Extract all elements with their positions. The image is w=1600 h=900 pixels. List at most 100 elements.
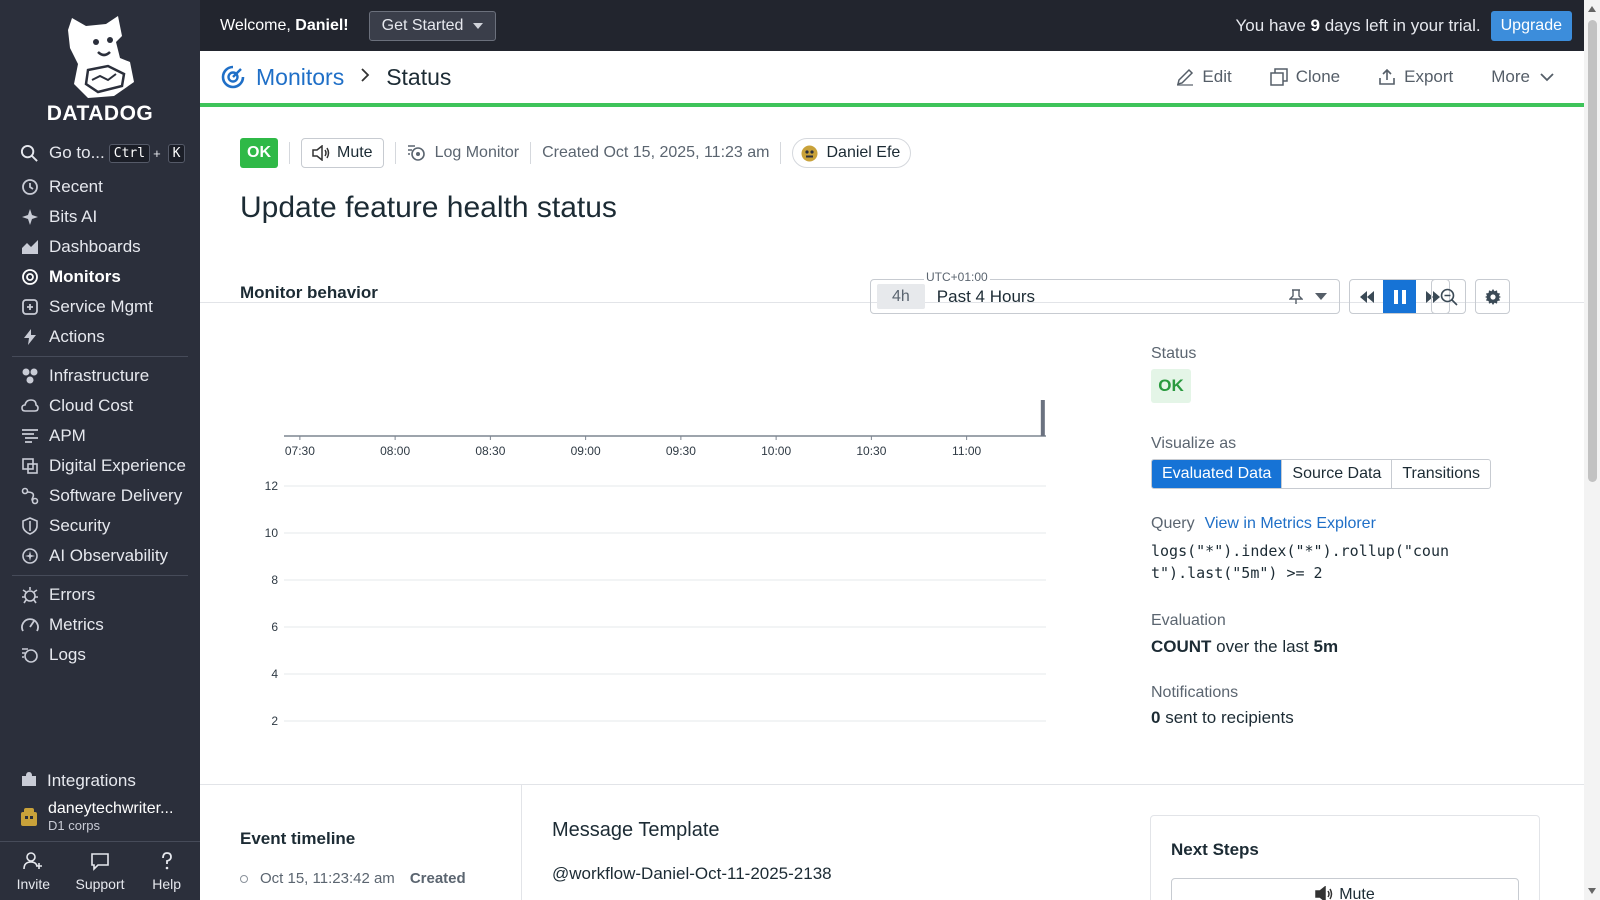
sparkle-icon	[20, 207, 40, 227]
visualize-source-data[interactable]: Source Data	[1282, 460, 1393, 488]
sidebar-item-apm[interactable]: APM	[0, 421, 188, 451]
digital-experience-icon	[20, 456, 40, 476]
timeline-dot-icon	[240, 874, 248, 883]
sidebar-item-security[interactable]: Security	[0, 511, 188, 541]
export-button[interactable]: Export	[1378, 67, 1453, 87]
breadcrumb-current: Status	[386, 63, 452, 90]
edit-button[interactable]: Edit	[1176, 67, 1232, 87]
support-button[interactable]: Support	[67, 842, 134, 900]
evaluation-mid: over the last	[1211, 637, 1314, 656]
org-switcher[interactable]: daneytechwriter... D1 corps	[0, 796, 200, 842]
sidebar-item-actions[interactable]: Actions	[0, 322, 188, 352]
settings-button[interactable]	[1475, 279, 1510, 314]
visualize-label: Visualize as	[1151, 435, 1237, 452]
y-tick-label: 2	[271, 714, 278, 728]
clone-label: Clone	[1295, 67, 1341, 86]
owner-chip[interactable]: Daniel Efe	[792, 138, 912, 168]
welcome-name: Daniel!	[295, 16, 349, 34]
event-timeline-title: Event timeline	[240, 829, 356, 848]
sidebar-item-monitors[interactable]: Monitors	[0, 262, 188, 292]
breadcrumb-monitors-link[interactable]: Monitors	[256, 64, 344, 91]
sidebar-item-label: Digital Experience	[49, 456, 187, 475]
goto-search[interactable]: Go to... Ctrl + K	[0, 138, 200, 168]
status-value-badge: OK	[1151, 369, 1191, 403]
rewind-button[interactable]	[1350, 280, 1383, 313]
visualize-evaluated-data[interactable]: Evaluated Data	[1152, 460, 1283, 488]
event-timeline: Event timeline Oct 15, 11:23:42 am Creat…	[200, 785, 522, 900]
sidebar-item-cloud-cost[interactable]: Cloud Cost	[0, 391, 188, 421]
query-header: Query View in Metrics Explorer	[1151, 515, 1376, 533]
mute-button[interactable]: Mute	[301, 138, 384, 168]
scroll-up-icon[interactable]	[1588, 6, 1596, 12]
shortcut-key-k: K	[167, 143, 186, 163]
zoom-out-button[interactable]	[1431, 279, 1466, 314]
owner-name: Daniel Efe	[826, 144, 901, 161]
next-steps-mute-button[interactable]: Mute	[1171, 878, 1519, 900]
welcome-prefix: Welcome,	[220, 16, 296, 34]
y-tick-label: 6	[271, 620, 278, 634]
sidebar-item-metrics[interactable]: Metrics	[0, 610, 188, 640]
page-scrollbar[interactable]	[1584, 0, 1600, 900]
nav-group-products: Infrastructure Cloud Cost APM Digital Ex…	[12, 357, 188, 576]
page-actions: Edit Clone Export More	[1138, 67, 1554, 87]
sidebar-item-software-delivery[interactable]: Software Delivery	[0, 481, 188, 511]
state-tick-label: 08:30	[475, 444, 505, 458]
trial-suffix: days left in your trial.	[1320, 15, 1481, 35]
sidebar-item-logs[interactable]: Logs	[0, 640, 188, 670]
speaker-icon	[312, 145, 330, 161]
state-tick-label: 10:30	[856, 444, 886, 458]
invite-button[interactable]: Invite	[0, 842, 67, 900]
sidebar-item-errors[interactable]: Errors	[0, 580, 188, 610]
breadcrumb: Monitors Status Edit Clone Export More	[200, 51, 1584, 107]
divider	[780, 142, 782, 164]
state-tick-label: 08:00	[380, 444, 410, 458]
sidebar-item-bits-ai[interactable]: Bits AI	[0, 202, 188, 232]
bottom-section: Event timeline Oct 15, 11:23:42 am Creat…	[200, 784, 1584, 900]
help-icon	[161, 851, 172, 869]
help-button[interactable]: Help	[133, 842, 200, 900]
more-label: More	[1491, 67, 1530, 86]
caret-down-icon[interactable]	[1315, 293, 1327, 300]
state-tick-label: 07:30	[285, 444, 315, 458]
org-name: daneytechwriter...	[48, 800, 174, 817]
scroll-down-icon[interactable]	[1588, 888, 1596, 894]
invite-label: Invite	[16, 875, 51, 892]
shortcut-plus: +	[153, 145, 161, 161]
shortcut-key-ctrl: Ctrl	[108, 143, 151, 163]
nav-group-primary: Recent Bits AI Dashboards Monitors Servi…	[12, 168, 188, 357]
state-marker-bar	[1040, 400, 1045, 436]
more-dropdown[interactable]: More	[1491, 67, 1554, 87]
metrics-explorer-link[interactable]: View in Metrics Explorer	[1205, 515, 1376, 533]
created-date: Created Oct 15, 2025, 11:23 am	[542, 144, 770, 161]
edit-label: Edit	[1202, 67, 1232, 86]
y-tick-label: 12	[265, 479, 279, 493]
scrollbar-thumb[interactable]	[1588, 20, 1597, 482]
logo[interactable]: DATADOG	[0, 0, 200, 130]
dashboard-icon	[20, 237, 40, 257]
visualize-transitions[interactable]: Transitions	[1392, 460, 1490, 488]
time-range-picker[interactable]: 4h Past 4 Hours	[870, 279, 1340, 314]
sidebar-item-digital-experience[interactable]: Digital Experience	[0, 451, 188, 481]
message-template-title: Message Template	[552, 819, 720, 841]
upgrade-button[interactable]: Upgrade	[1490, 10, 1572, 41]
sidebar-item-ai-observability[interactable]: AI Observability	[0, 541, 188, 571]
pencil-icon	[1177, 68, 1194, 86]
monitor-charts: 07:30 08:00 08:30 09:00 09:30 10:00 10:30 11:00…	[265, 400, 1046, 728]
timezone-label: UTC+01:00	[924, 270, 990, 284]
sidebar-item-recent[interactable]: Recent	[0, 172, 188, 202]
query-code: logs("*").index("*").rollup("count").las…	[1151, 542, 1450, 582]
get-started-dropdown[interactable]: Get Started	[368, 10, 497, 41]
sidebar-item-infrastructure[interactable]: Infrastructure	[0, 361, 188, 391]
trial-prefix: You have	[1235, 15, 1311, 35]
pause-button[interactable]	[1383, 280, 1416, 313]
sidebar-item-label: Actions	[49, 327, 105, 346]
event-row[interactable]: Oct 15, 11:23:42 am Created	[240, 870, 466, 887]
sidebar-item-dashboards[interactable]: Dashboards	[0, 232, 188, 262]
invite-icon	[23, 851, 43, 869]
sidebar-item-integrations[interactable]: Integrations	[0, 766, 200, 796]
time-range-chip: 4h	[877, 284, 925, 309]
status-badge: OK	[240, 138, 278, 168]
pin-icon[interactable]	[1289, 288, 1303, 305]
clone-button[interactable]: Clone	[1269, 67, 1341, 87]
sidebar-item-service-mgmt[interactable]: Service Mgmt	[0, 292, 188, 322]
